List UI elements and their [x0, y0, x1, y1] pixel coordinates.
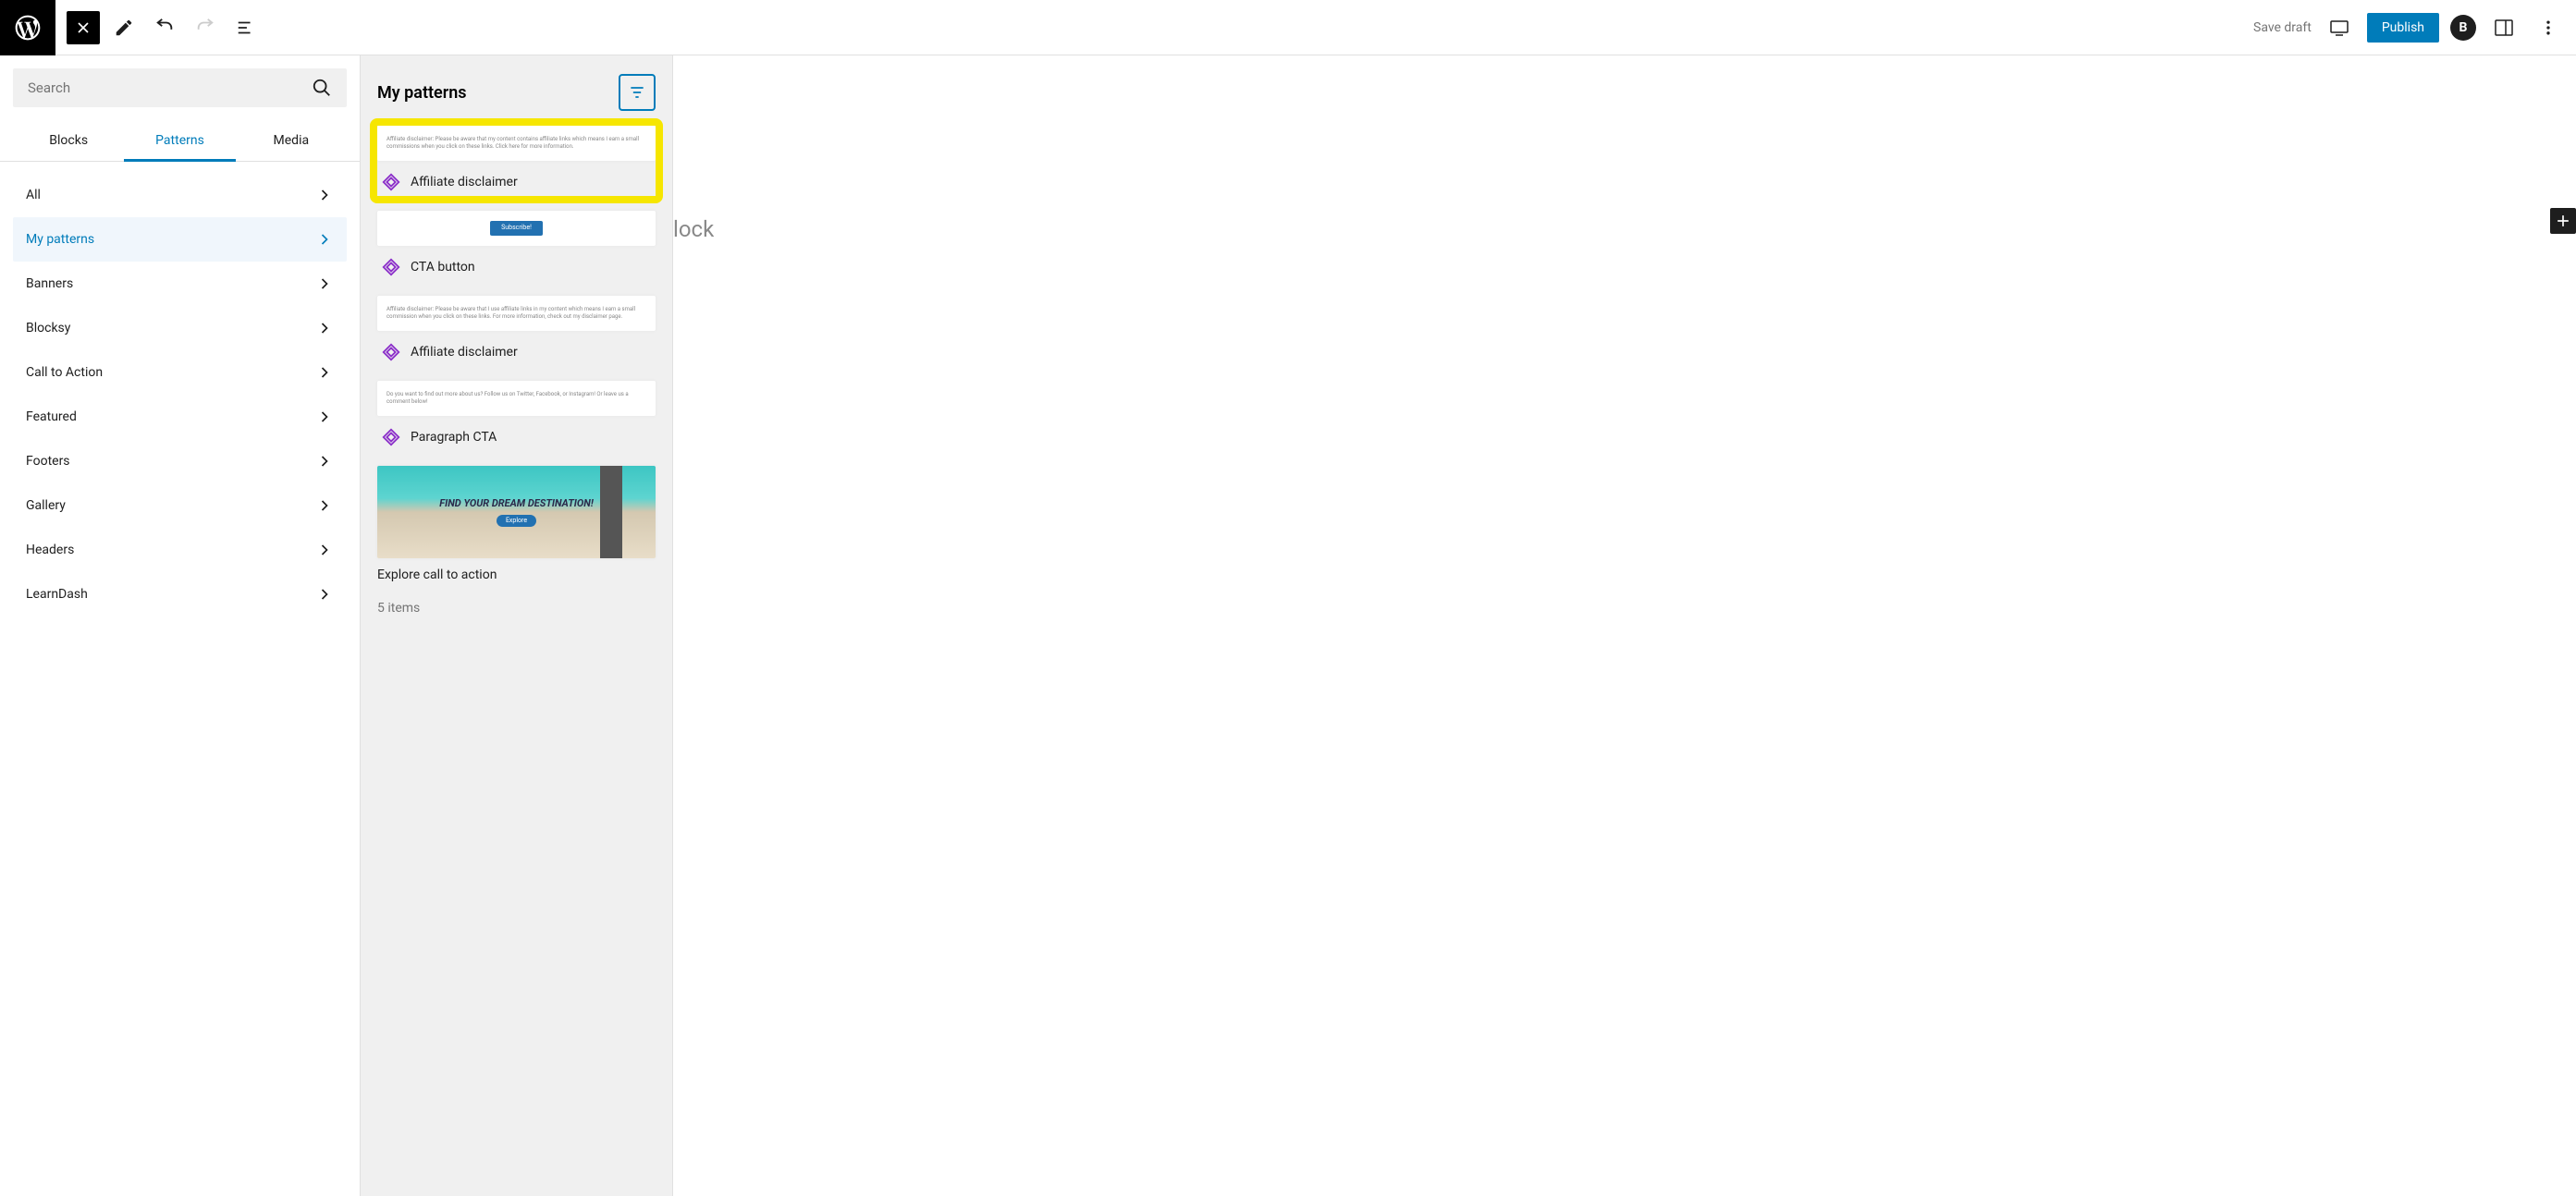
pattern-label-row: Paragraph CTA	[377, 416, 656, 451]
redo-button[interactable]	[189, 11, 222, 44]
inserter-tabs: Blocks Patterns Media	[0, 120, 360, 162]
synced-pattern-icon	[381, 342, 401, 362]
chevron-right-icon	[315, 319, 334, 337]
category-headers[interactable]: Headers	[13, 528, 347, 572]
options-button[interactable]	[2532, 11, 2565, 44]
patterns-panel-header: My patterns	[377, 74, 656, 111]
block-appender-prompt: lock	[673, 216, 714, 242]
jetpack-button[interactable]: B	[2450, 15, 2476, 41]
category-my-patterns[interactable]: My patterns	[13, 217, 347, 262]
document-overview-button[interactable]	[229, 11, 263, 44]
kebab-icon	[2539, 18, 2558, 37]
category-learndash[interactable]: LearnDash	[13, 572, 347, 616]
toolbar-left-group	[11, 0, 263, 55]
category-banners[interactable]: Banners	[13, 262, 347, 306]
pattern-preview: Affiliate disclaimer: Please be aware th…	[377, 126, 656, 161]
tab-media[interactable]: Media	[236, 120, 347, 161]
inserter-search[interactable]	[13, 68, 347, 107]
pattern-card-cta-button[interactable]: Subscribe! CTA button	[377, 211, 656, 281]
pattern-label-row: Affiliate disclaimer	[377, 331, 656, 366]
chevron-right-icon	[315, 585, 334, 604]
bold-icon: B	[2459, 20, 2468, 35]
patterns-panel-title: My patterns	[377, 83, 467, 103]
pattern-name: Affiliate disclaimer	[411, 345, 518, 360]
pattern-preview: FIND YOUR DREAM DESTINATION! Explore	[377, 466, 656, 558]
filter-icon	[628, 83, 646, 102]
pattern-label-row: Affiliate disclaimer	[377, 161, 656, 196]
pattern-categories: All My patterns Banners Blocksy Call to …	[0, 162, 360, 1196]
patterns-filter-button[interactable]	[619, 74, 656, 111]
undo-button[interactable]	[148, 11, 181, 44]
search-input[interactable]	[28, 79, 312, 96]
chevron-right-icon	[315, 363, 334, 382]
patterns-preview-panel: My patterns Affiliate disclaimer: Please…	[361, 55, 673, 1196]
settings-sidebar-button[interactable]	[2487, 11, 2521, 44]
search-icon	[312, 78, 332, 98]
tab-blocks[interactable]: Blocks	[13, 120, 124, 161]
chevron-right-icon	[315, 275, 334, 293]
pattern-preview: Do you want to find out more about us? F…	[377, 381, 656, 416]
pattern-count: 5 items	[377, 601, 656, 616]
inserter-sidebar: Blocks Patterns Media All My patterns Ba…	[0, 55, 361, 1196]
list-view-icon	[236, 18, 256, 38]
pattern-label-row: CTA button	[377, 246, 656, 281]
category-featured[interactable]: Featured	[13, 395, 347, 439]
pattern-name: CTA button	[411, 260, 475, 275]
pattern-name: Affiliate disclaimer	[411, 175, 518, 189]
chevron-right-icon	[315, 186, 334, 204]
editor-canvas[interactable]: lock	[673, 55, 2576, 1196]
chevron-right-icon	[315, 496, 334, 515]
tools-button[interactable]	[107, 11, 141, 44]
add-block-button[interactable]	[2550, 208, 2576, 234]
save-draft-button[interactable]: Save draft	[2253, 20, 2312, 35]
close-icon	[74, 18, 92, 37]
pattern-card-affiliate-disclaimer-1[interactable]: Affiliate disclaimer: Please be aware th…	[374, 122, 659, 200]
category-gallery[interactable]: Gallery	[13, 483, 347, 528]
chevron-right-icon	[315, 452, 334, 470]
synced-pattern-icon	[381, 257, 401, 277]
close-inserter-button[interactable]	[67, 11, 100, 44]
pencil-icon	[114, 18, 134, 38]
tab-patterns[interactable]: Patterns	[124, 120, 235, 161]
category-blocksy[interactable]: Blocksy	[13, 306, 347, 350]
synced-pattern-icon	[381, 172, 401, 192]
category-all[interactable]: All	[13, 173, 347, 217]
wordpress-icon	[13, 13, 43, 43]
chevron-right-icon	[315, 408, 334, 426]
wordpress-logo[interactable]	[0, 0, 55, 55]
toolbar-right-group: Save draft Publish B	[2253, 11, 2565, 44]
pattern-name: Explore call to action	[377, 558, 656, 586]
editor-layout: Blocks Patterns Media All My patterns Ba…	[0, 55, 2576, 1196]
pattern-name: Paragraph CTA	[411, 430, 497, 445]
pattern-card-affiliate-disclaimer-2[interactable]: Affiliate disclaimer: Please be aware th…	[377, 296, 656, 366]
pattern-card-explore-cta[interactable]: FIND YOUR DREAM DESTINATION! Explore Exp…	[377, 466, 656, 586]
desktop-icon	[2328, 17, 2350, 39]
pattern-preview: Subscribe!	[377, 211, 656, 246]
category-call-to-action[interactable]: Call to Action	[13, 350, 347, 395]
category-footers[interactable]: Footers	[13, 439, 347, 483]
sidebar-icon	[2493, 17, 2515, 39]
pattern-preview: Affiliate disclaimer: Please be aware th…	[377, 296, 656, 331]
pattern-card-paragraph-cta[interactable]: Do you want to find out more about us? F…	[377, 381, 656, 451]
chevron-right-icon	[315, 541, 334, 559]
preview-overlay: FIND YOUR DREAM DESTINATION! Explore	[377, 466, 656, 558]
publish-button[interactable]: Publish	[2367, 13, 2439, 43]
preview-button[interactable]	[2323, 11, 2356, 44]
redo-icon	[195, 18, 215, 38]
plus-icon	[2554, 212, 2572, 230]
chevron-right-icon	[315, 230, 334, 249]
synced-pattern-icon	[381, 427, 401, 447]
editor-toolbar: Save draft Publish B	[0, 0, 2576, 55]
undo-icon	[154, 18, 175, 38]
